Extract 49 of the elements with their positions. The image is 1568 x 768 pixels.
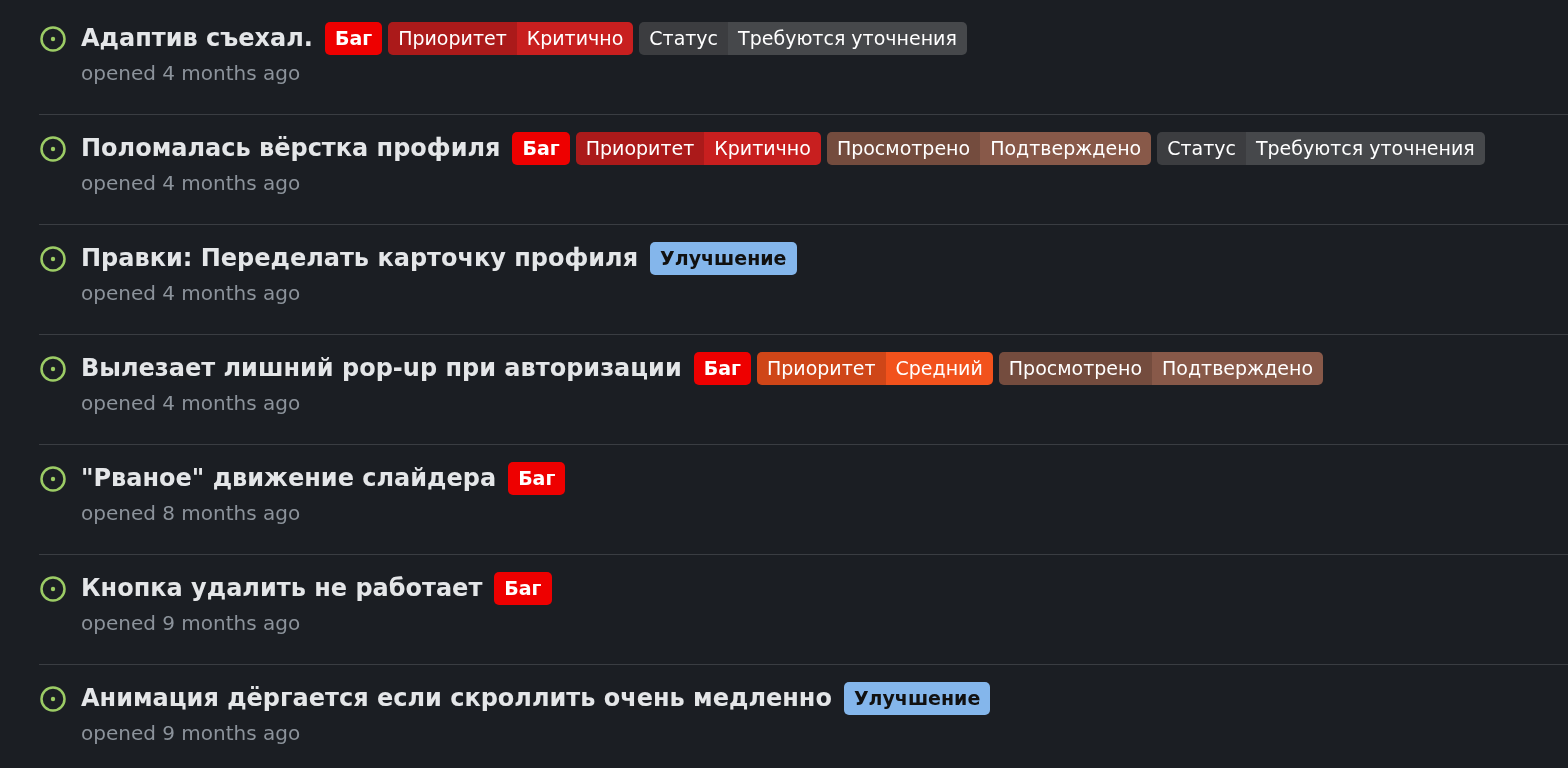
issue-title[interactable]: "Рваное" движение слайдера xyxy=(81,460,497,496)
issue-meta: opened 4 months ago xyxy=(81,170,302,197)
open-issue-icon xyxy=(39,575,67,603)
open-issue-icon xyxy=(39,465,67,493)
label-tag[interactable]: Баг xyxy=(494,571,552,605)
issue-title[interactable]: Адаптив съехал. xyxy=(81,20,313,56)
label-value: Подтверждено xyxy=(1161,355,1315,381)
issue-title[interactable]: Анимация дёргается если скроллить очень медленно xyxy=(81,680,832,716)
issue-meta: opened 9 months ago xyxy=(81,610,302,637)
label-scope: Приоритет xyxy=(575,131,705,165)
label-value: Требуются уточнения xyxy=(737,25,958,51)
issue-meta: opened 9 months ago xyxy=(81,720,302,747)
label-tag[interactable]: Улучшение xyxy=(650,241,797,275)
open-issue-icon xyxy=(39,685,67,713)
label-tag[interactable]: Баг xyxy=(324,21,383,55)
issue-meta: opened 4 months ago xyxy=(81,60,302,87)
open-issue-icon xyxy=(39,135,67,163)
label-tag[interactable]: Баг xyxy=(508,461,566,495)
scoped-label[interactable]: Приоритет Средний xyxy=(756,351,993,385)
open-issue-icon xyxy=(39,355,67,383)
label-scope: Приоритет xyxy=(756,351,886,385)
open-issue-icon xyxy=(39,25,67,53)
issue-title[interactable]: Правки: Переделать карточку профиля xyxy=(81,240,639,276)
issue-meta: opened 4 months ago xyxy=(81,280,302,307)
scoped-label[interactable]: Просмотрено Подтверждено xyxy=(826,131,1152,165)
label-tag[interactable]: Баг xyxy=(693,351,751,385)
scoped-label[interactable]: Приоритет Критично xyxy=(388,21,634,55)
scoped-label[interactable]: Статус Требуются уточнения xyxy=(639,21,967,55)
issue-meta: opened 8 months ago xyxy=(81,500,302,527)
scoped-label[interactable]: Просмотрено Подтверждено xyxy=(998,351,1324,385)
label-tag[interactable]: Улучшение xyxy=(843,681,991,715)
label-scope: Приоритет xyxy=(388,21,517,55)
scoped-label[interactable]: Статус Требуются уточнения xyxy=(1157,131,1485,165)
label-scope: Просмотрено xyxy=(826,131,981,165)
label-scope: Статус xyxy=(639,21,729,55)
issue-title[interactable]: Кнопка удалить не работает xyxy=(81,570,483,606)
label-tag[interactable]: Баг xyxy=(512,131,570,165)
issue-title[interactable]: Вылезает лишний pop-up при авторизации xyxy=(81,350,682,386)
label-value: Подтверждено xyxy=(989,135,1143,161)
open-issue-icon xyxy=(39,245,67,273)
label-value: Критично xyxy=(713,135,812,161)
label-scope: Просмотрено xyxy=(998,351,1153,385)
scoped-label[interactable]: Приоритет Критично xyxy=(575,131,821,165)
label-value: Средний xyxy=(894,355,984,381)
label-scope: Статус xyxy=(1157,131,1246,165)
issue-meta: opened 4 months ago xyxy=(81,390,302,417)
label-value: Критично xyxy=(525,25,625,51)
issue-title[interactable]: Поломалась вёрстка профиля xyxy=(81,130,501,166)
label-value: Требуются уточнения xyxy=(1254,135,1476,161)
